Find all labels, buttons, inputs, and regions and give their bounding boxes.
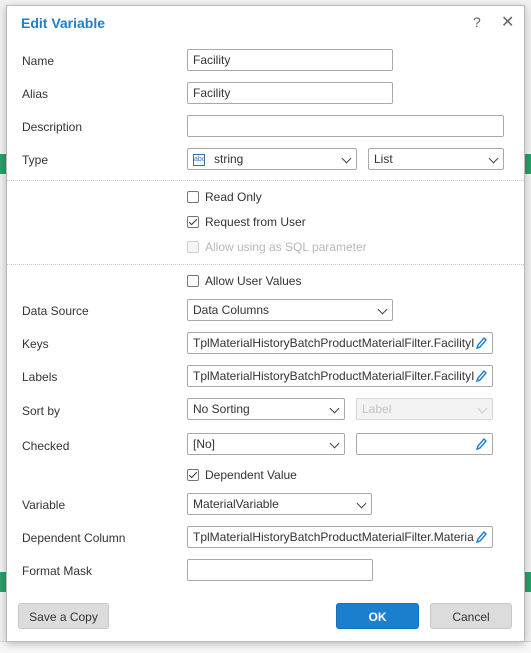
type-kind-select[interactable]: List xyxy=(368,148,504,170)
data-source-value: Data Columns xyxy=(193,303,270,317)
dialog-title: Edit Variable xyxy=(21,15,106,31)
checkbox-box[interactable] xyxy=(187,275,199,287)
alias-field[interactable]: Facility xyxy=(187,82,393,104)
checked-secondary-field[interactable] xyxy=(356,433,493,455)
request-from-user-label: Request from User xyxy=(205,215,306,229)
save-a-copy-button[interactable]: Save a Copy xyxy=(18,603,109,629)
dependent-column-value: TplMaterialHistoryBatchProductMaterialFi… xyxy=(193,530,474,544)
format-mask-field[interactable] xyxy=(187,559,373,581)
variable-value: MaterialVariable xyxy=(193,497,279,511)
keys-field[interactable]: TplMaterialHistoryBatchProductMaterialFi… xyxy=(187,332,493,354)
chevron-down-icon xyxy=(341,153,352,164)
chevron-down-icon xyxy=(377,304,388,315)
keys-value: TplMaterialHistoryBatchProductMaterialFi… xyxy=(193,336,475,350)
labels-label: Labels xyxy=(22,370,58,384)
name-field[interactable]: Facility xyxy=(187,49,393,71)
keys-label: Keys xyxy=(22,337,49,351)
read-only-label: Read Only xyxy=(205,190,262,204)
abc-string-icon: abc xyxy=(193,153,205,166)
chevron-down-icon xyxy=(477,403,488,414)
sort-by-value: No Sorting xyxy=(193,402,250,416)
sort-by-select[interactable]: No Sorting xyxy=(187,398,345,420)
background-right-strip xyxy=(525,0,531,652)
type-value: string xyxy=(214,152,244,166)
allow-sql-parameter-label: Allow using as SQL parameter xyxy=(205,240,367,254)
variable-select[interactable]: MaterialVariable xyxy=(187,493,372,515)
sort-by-secondary-placeholder: Label xyxy=(362,402,392,416)
pencil-icon[interactable] xyxy=(474,368,488,384)
edit-variable-dialog: Edit Variable ? ✕ Name Facility Alias Fa… xyxy=(6,5,525,642)
description-label: Description xyxy=(22,120,83,134)
checkbox-box xyxy=(187,241,199,253)
type-select[interactable]: abc string xyxy=(187,148,357,170)
sort-by-label: Sort by xyxy=(22,404,61,418)
name-label: Name xyxy=(22,54,55,68)
close-icon[interactable]: ✕ xyxy=(501,12,514,32)
section-divider xyxy=(7,264,524,265)
data-source-select[interactable]: Data Columns xyxy=(187,299,393,321)
allow-user-values-checkbox[interactable]: Allow User Values xyxy=(187,274,301,288)
allow-sql-parameter-checkbox: Allow using as SQL parameter xyxy=(187,240,367,254)
alias-label: Alias xyxy=(22,87,49,101)
pencil-icon[interactable] xyxy=(474,335,488,351)
help-icon[interactable]: ? xyxy=(473,14,481,30)
ok-button[interactable]: OK xyxy=(336,603,419,629)
description-field[interactable] xyxy=(187,115,504,137)
request-from-user-checkbox[interactable]: Request from User xyxy=(187,215,306,229)
background-bottom-strip xyxy=(0,641,531,653)
dependent-value-checkbox[interactable]: Dependent Value xyxy=(187,468,297,482)
section-divider xyxy=(7,180,524,181)
format-mask-label: Format Mask xyxy=(22,564,93,578)
allow-user-values-label: Allow User Values xyxy=(205,274,302,288)
labels-value: TplMaterialHistoryBatchProductMaterialFi… xyxy=(193,369,475,383)
chevron-down-icon xyxy=(329,403,340,414)
pencil-icon[interactable] xyxy=(474,436,488,452)
read-only-checkbox[interactable]: Read Only xyxy=(187,190,262,204)
checkbox-box[interactable] xyxy=(187,469,199,481)
dependent-column-label: Dependent Column xyxy=(22,531,126,545)
type-label: Type xyxy=(22,153,49,167)
data-source-label: Data Source xyxy=(22,304,89,318)
dependent-column-field[interactable]: TplMaterialHistoryBatchProductMaterialFi… xyxy=(187,526,493,548)
cancel-button[interactable]: Cancel xyxy=(430,603,512,629)
checkbox-box[interactable] xyxy=(187,216,199,228)
chevron-down-icon xyxy=(329,438,340,449)
labels-field[interactable]: TplMaterialHistoryBatchProductMaterialFi… xyxy=(187,365,493,387)
chevron-down-icon xyxy=(356,498,367,509)
variable-label: Variable xyxy=(22,498,66,512)
type-kind-value: List xyxy=(374,152,393,166)
pencil-icon[interactable] xyxy=(474,529,488,545)
checkbox-box[interactable] xyxy=(187,191,199,203)
sort-by-secondary-select: Label xyxy=(356,398,493,420)
checked-select[interactable]: [No] xyxy=(187,433,345,455)
checked-value: [No] xyxy=(193,437,216,451)
checked-label: Checked xyxy=(22,439,70,453)
dependent-value-label: Dependent Value xyxy=(205,468,297,482)
chevron-down-icon xyxy=(488,153,499,164)
